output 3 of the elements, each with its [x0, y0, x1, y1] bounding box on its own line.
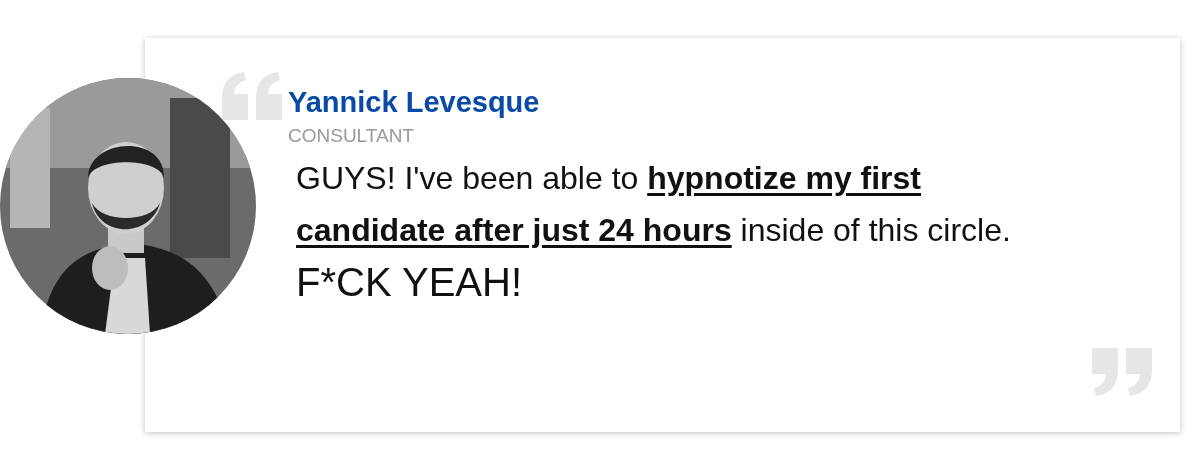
author-name: Yannick Levesque — [288, 85, 541, 120]
testimonial-quote: GUYS! I've been able to hypnotize my first candidate after just 24 hours inside of this circle. F*CK YEAH! — [295, 159, 1012, 306]
author-role: CONSULTANT — [288, 124, 415, 148]
